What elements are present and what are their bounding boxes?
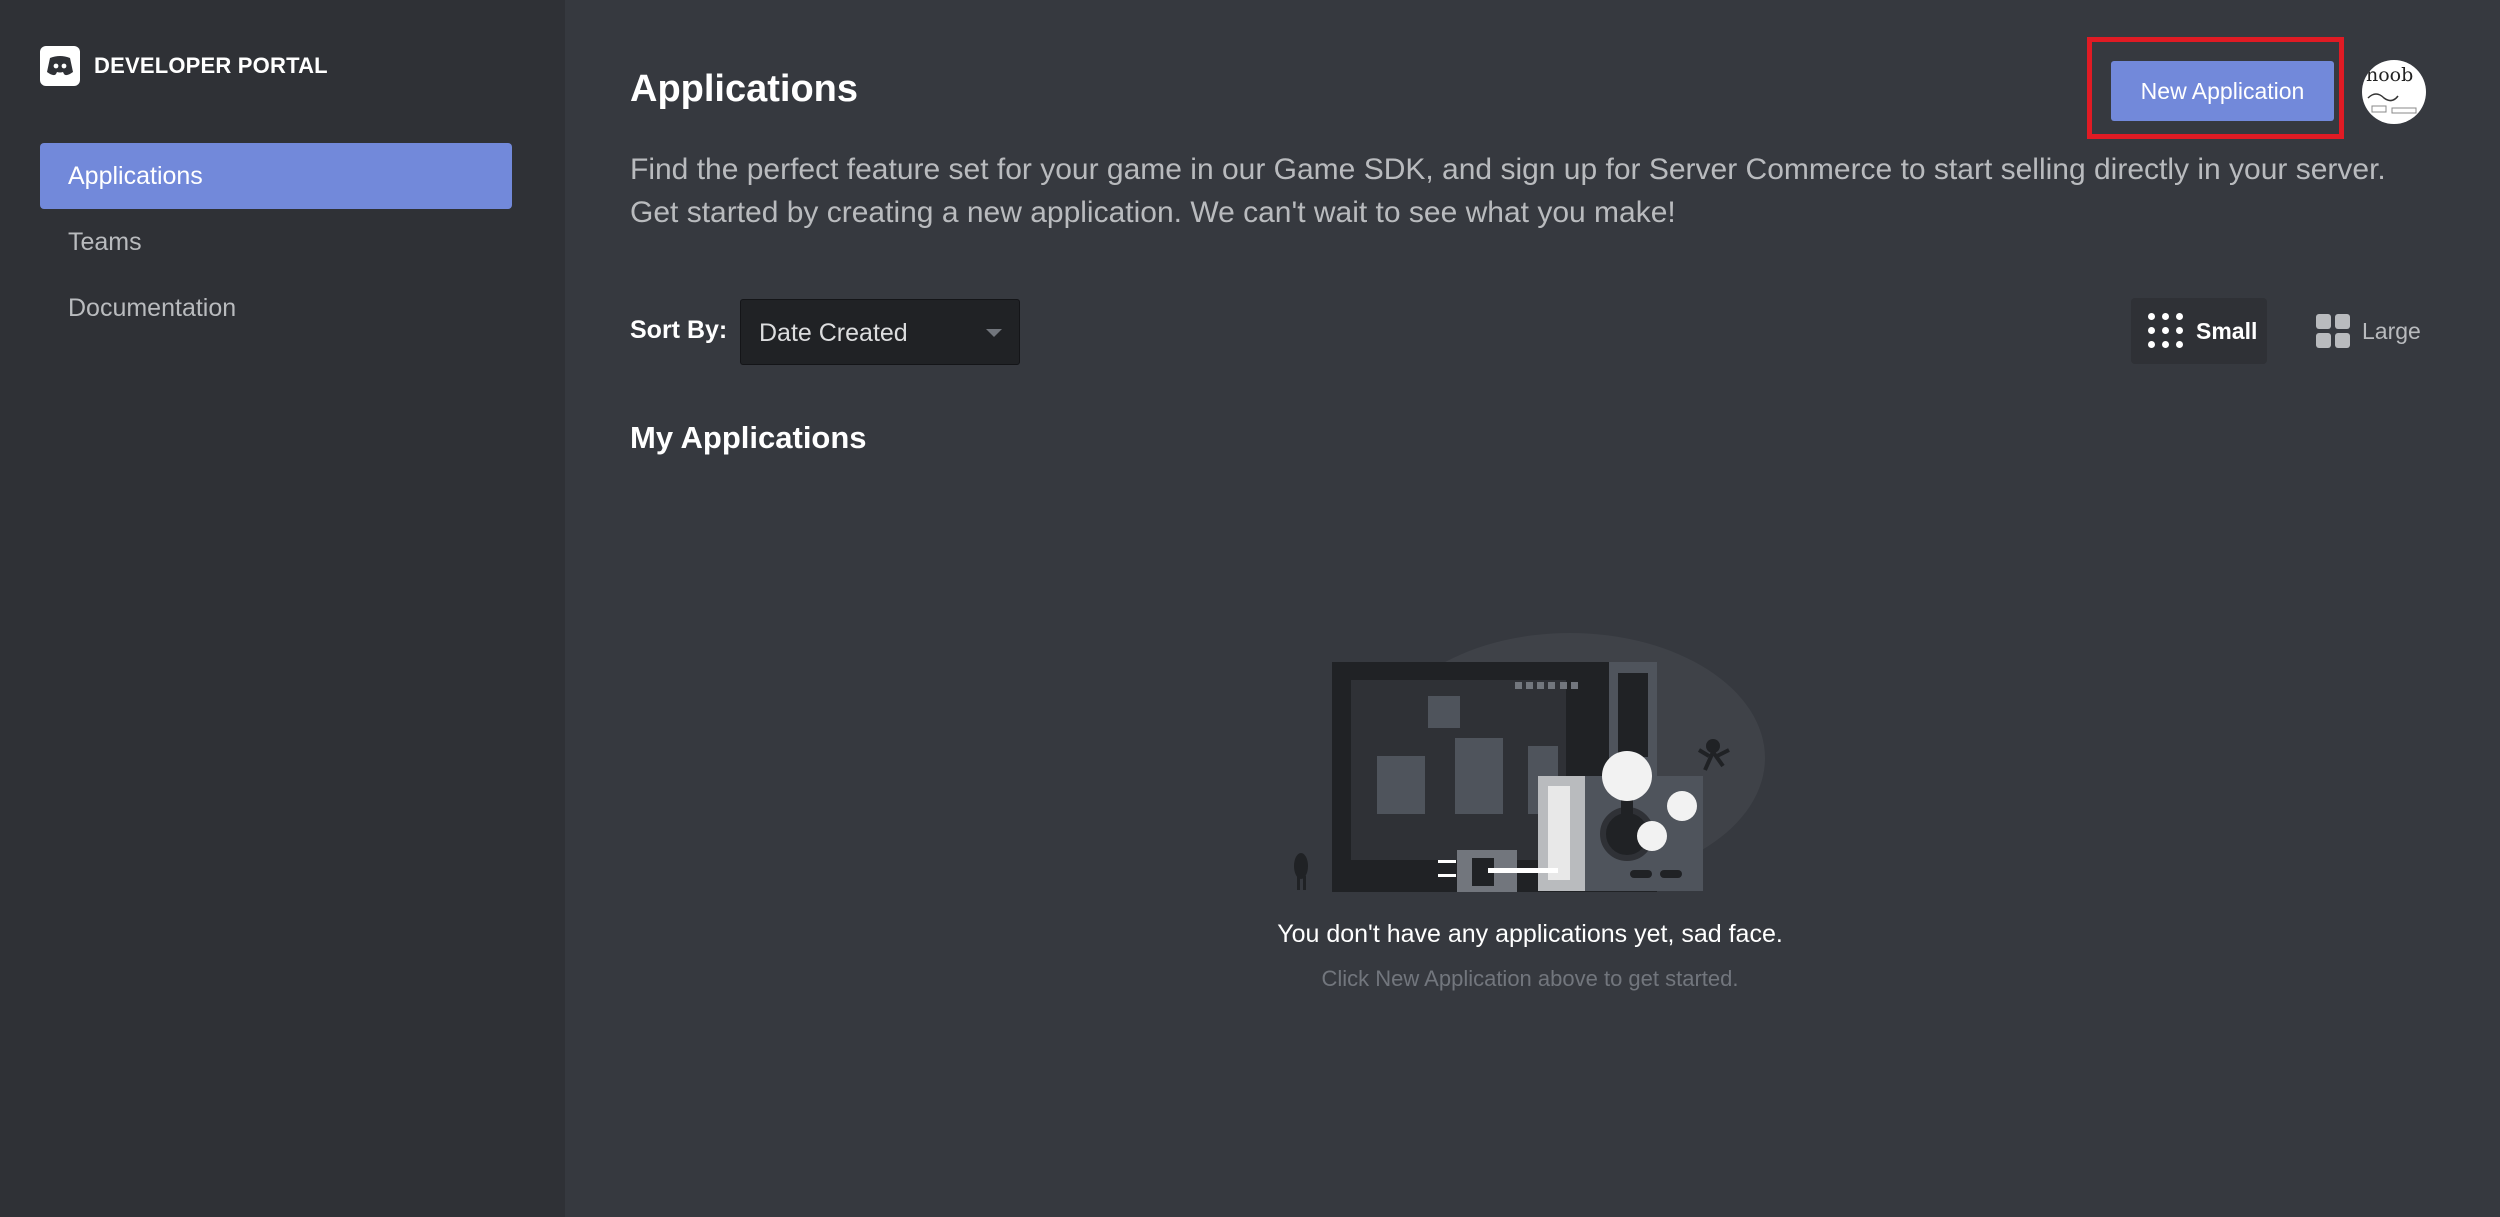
sort-by-value: Date Created (759, 319, 908, 347)
sidebar-item-documentation[interactable]: Documentation (40, 275, 512, 341)
intro-text: Find the perfect feature set for your ga… (630, 148, 2450, 234)
discord-logo-icon (40, 46, 80, 86)
empty-state-subtitle: Click New Application above to get start… (1321, 966, 1739, 991)
large-grid-icon (2316, 314, 2350, 348)
empty-state-illustration (1294, 633, 1765, 892)
main-content: Applications New Application noob Find t… (565, 0, 2500, 1217)
sidebar-item-teams[interactable]: Teams (40, 209, 512, 275)
sort-by-label: Sort By: (630, 316, 728, 344)
avatar-scribble-icon (2367, 93, 2417, 114)
view-small-label: Small (2196, 317, 2258, 344)
brand[interactable]: DEVELOPER PORTAL (40, 46, 328, 86)
page-title: Applications (630, 68, 859, 110)
sort-by-select[interactable]: Date Created (740, 299, 1020, 365)
sidebar-nav: Applications Teams Documentation (40, 143, 512, 341)
empty-state-title: You don't have any applications yet, sad… (1277, 920, 1783, 948)
avatar[interactable]: noob (2362, 60, 2426, 124)
view-small-toggle[interactable]: Small (2131, 298, 2267, 364)
chevron-down-icon (986, 329, 1002, 337)
new-application-button[interactable]: New Application (2111, 61, 2334, 121)
view-large-toggle[interactable]: Large (2302, 298, 2432, 364)
sidebar-item-applications[interactable]: Applications (40, 143, 512, 209)
sidebar: DEVELOPER PORTAL Applications Teams Docu… (0, 0, 565, 1217)
my-applications-title: My Applications (630, 420, 867, 455)
small-grid-icon (2148, 313, 2184, 349)
intro-line-2: Get started by creating a new applicatio… (630, 196, 1676, 229)
brand-title: DEVELOPER PORTAL (94, 53, 328, 78)
intro-line-1: Find the perfect feature set for your ga… (630, 153, 2386, 186)
view-large-label: Large (2362, 317, 2421, 344)
